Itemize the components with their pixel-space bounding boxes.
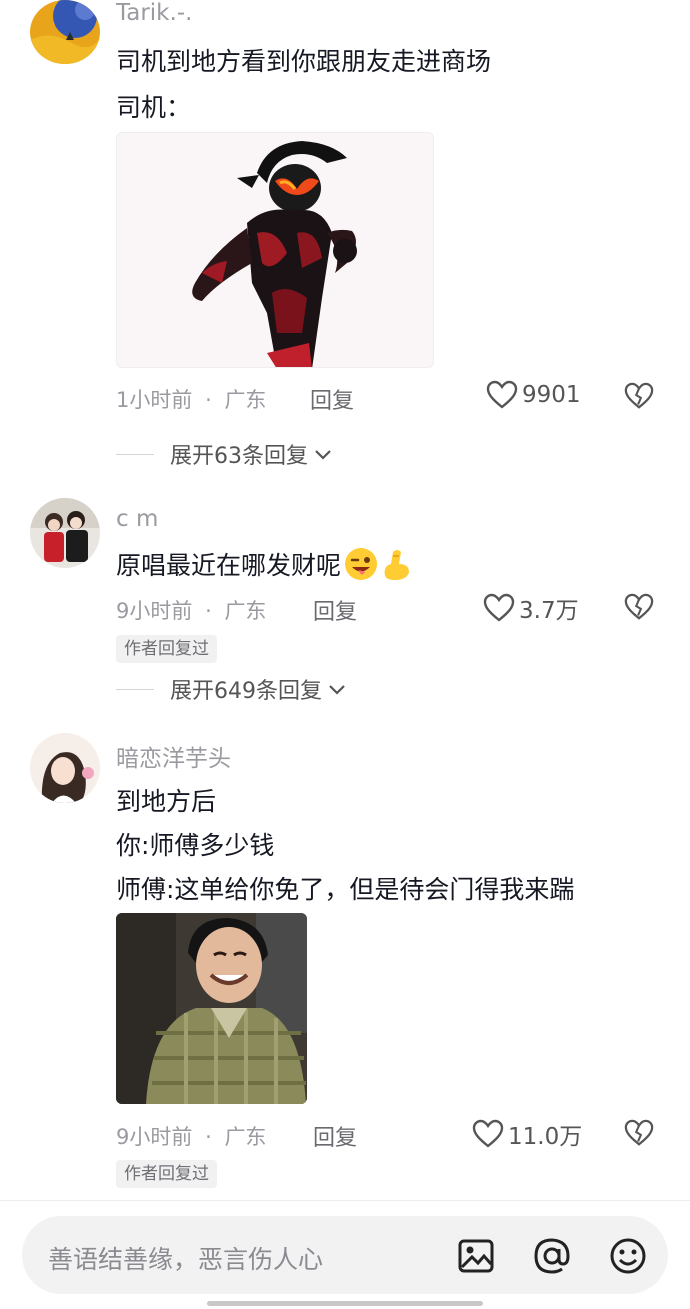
heart-icon: [483, 593, 515, 622]
comment-text-line: 师傅:这单给你免了，但是待会门得我来踹: [116, 875, 575, 904]
comment-meta: 9小时前 · 广东: [116, 1121, 266, 1151]
broken-heart-icon: [624, 1119, 654, 1146]
expand-replies-button[interactable]: 展开649条回复: [116, 673, 348, 705]
comment-image[interactable]: [116, 132, 434, 368]
avatar[interactable]: [30, 498, 100, 568]
heart-icon: [472, 1119, 504, 1148]
comment-input-placeholder[interactable]: 善语结善缘，恶言伤人心: [48, 1240, 323, 1276]
flexed-arm-emoji-icon: [384, 550, 410, 580]
comment-text-line: 到地方后: [116, 787, 217, 816]
dislike-button[interactable]: [624, 381, 654, 415]
username[interactable]: 暗恋洋芋头: [116, 739, 231, 773]
expand-divider: [116, 688, 154, 690]
timestamp: 9小时前: [116, 1125, 193, 1149]
broken-heart-icon: [624, 382, 654, 409]
location: 广东: [224, 1125, 267, 1149]
chevron-down-icon: [315, 450, 331, 460]
like-button[interactable]: 9901: [486, 380, 581, 410]
comment-meta: 9小时前 · 广东: [116, 595, 266, 625]
location: 广东: [224, 388, 267, 412]
like-button[interactable]: 3.7万: [483, 591, 579, 625]
comment-text: 原唱最近在哪发财呢: [116, 551, 342, 580]
expand-label: 展开63条回复: [170, 444, 308, 469]
username[interactable]: c m: [116, 506, 158, 532]
like-button[interactable]: 11.0万: [472, 1117, 582, 1151]
reply-button[interactable]: 回复: [313, 1120, 357, 1152]
reply-button[interactable]: 回复: [310, 383, 354, 415]
comment-text-line: 你:师傅多少钱: [116, 831, 275, 860]
expand-replies-button[interactable]: 展开63条回复: [116, 438, 334, 470]
username[interactable]: Tarik.-.: [116, 0, 192, 26]
author-replied-badge: 作者回复过: [116, 1160, 217, 1188]
image-icon[interactable]: [456, 1236, 496, 1276]
at-icon[interactable]: [532, 1236, 572, 1276]
chevron-down-icon: [329, 685, 345, 695]
comment-text-line: 原唱最近在哪发财呢: [116, 546, 415, 582]
location: 广东: [224, 599, 267, 623]
author-replied-badge: 作者回复过: [116, 635, 217, 663]
expand-divider: [116, 453, 154, 455]
input-bar-divider: [0, 1200, 690, 1201]
home-indicator: [207, 1301, 483, 1306]
wink-tongue-emoji-icon: [345, 548, 378, 580]
heart-icon: [486, 380, 518, 409]
comment-image[interactable]: [116, 913, 307, 1104]
broken-heart-icon: [624, 593, 654, 620]
avatar[interactable]: [30, 733, 100, 803]
separator: ·: [205, 388, 212, 412]
comment-text-line: 司机到地方看到你跟朋友走进商场: [116, 47, 492, 76]
expand-label: 展开649条回复: [170, 679, 322, 704]
like-count: 9901: [522, 382, 581, 408]
reply-button[interactable]: 回复: [313, 594, 357, 626]
comment-text-line: 司机：: [116, 93, 192, 122]
like-count: 11.0万: [508, 1124, 583, 1150]
separator: ·: [205, 599, 212, 623]
separator: ·: [205, 1125, 212, 1149]
comment-meta: 1小时前 · 广东: [116, 384, 266, 414]
dislike-button[interactable]: [624, 592, 654, 626]
dislike-button[interactable]: [624, 1118, 654, 1152]
emoji-icon[interactable]: [608, 1236, 648, 1276]
comment-input-bar[interactable]: 善语结善缘，恶言伤人心: [22, 1216, 668, 1294]
like-count: 3.7万: [519, 598, 579, 624]
avatar[interactable]: [30, 0, 100, 64]
timestamp: 9小时前: [116, 599, 193, 623]
timestamp: 1小时前: [116, 388, 193, 412]
